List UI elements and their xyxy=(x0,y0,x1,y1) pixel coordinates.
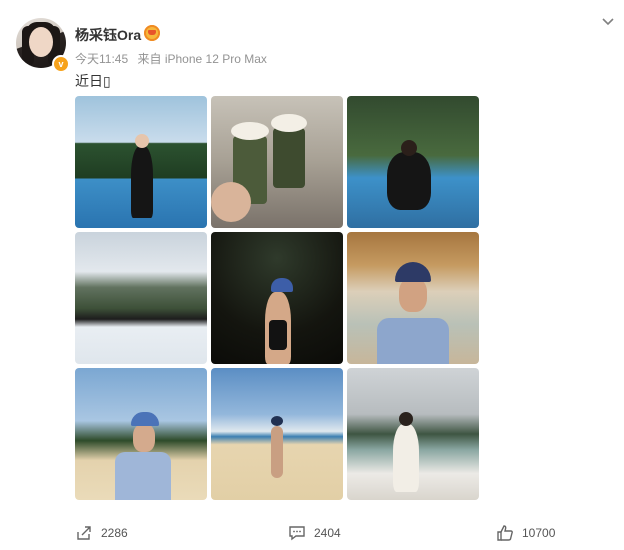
photo-3[interactable] xyxy=(347,96,479,228)
photo-2-hand xyxy=(211,182,251,222)
photo-8-figure xyxy=(271,416,283,478)
photo-1[interactable] xyxy=(75,96,207,228)
like-button[interactable]: 10700 xyxy=(496,524,555,542)
photo-9-figure xyxy=(393,412,419,492)
photo-6-body xyxy=(377,318,449,364)
photo-4[interactable] xyxy=(75,232,207,364)
photo-8[interactable] xyxy=(211,368,343,500)
photo-6-cap xyxy=(395,262,431,282)
verified-badge-icon: v xyxy=(52,55,70,73)
photo-1-figure xyxy=(131,134,153,218)
post-meta: 今天11:45 来自 iPhone 12 Pro Max xyxy=(75,50,273,67)
comment-count: 2404 xyxy=(314,526,341,540)
image-grid xyxy=(75,96,479,500)
post-text: 近日▯ xyxy=(75,73,111,89)
photo-7-cap xyxy=(131,412,159,426)
photo-2[interactable] xyxy=(211,96,343,228)
share-count: 2286 xyxy=(101,526,128,540)
chevron-down-icon[interactable] xyxy=(600,14,616,30)
comment-icon xyxy=(289,526,305,541)
photo-5-cap xyxy=(271,278,293,292)
photo-5[interactable] xyxy=(211,232,343,364)
photo-6[interactable] xyxy=(347,232,479,364)
photo-7[interactable] xyxy=(75,368,207,500)
comment-button[interactable]: 2404 xyxy=(288,524,341,542)
photo-5-figure xyxy=(265,292,291,364)
share-button[interactable]: 2286 xyxy=(75,524,128,542)
photo-2-cup-right xyxy=(271,114,307,188)
post-source: 来自 iPhone 12 Pro Max xyxy=(137,52,267,66)
photo-6-face xyxy=(399,278,427,312)
photo-7-face xyxy=(133,424,155,452)
avatar-face xyxy=(29,27,53,57)
username[interactable]: 杨采钰Ora xyxy=(75,25,141,45)
like-count: 10700 xyxy=(522,526,556,540)
member-crown-icon[interactable] xyxy=(144,25,160,41)
like-icon xyxy=(497,525,513,541)
share-icon xyxy=(77,526,91,540)
weibo-post-card: v 杨采钰Ora 今天11:45 来自 iPhone 12 Pro Max 近日… xyxy=(0,0,624,550)
post-timestamp[interactable]: 今天11:45 xyxy=(75,52,128,66)
photo-3-figure xyxy=(387,140,431,210)
photo-9[interactable] xyxy=(347,368,479,500)
photo-7-body xyxy=(115,452,171,500)
